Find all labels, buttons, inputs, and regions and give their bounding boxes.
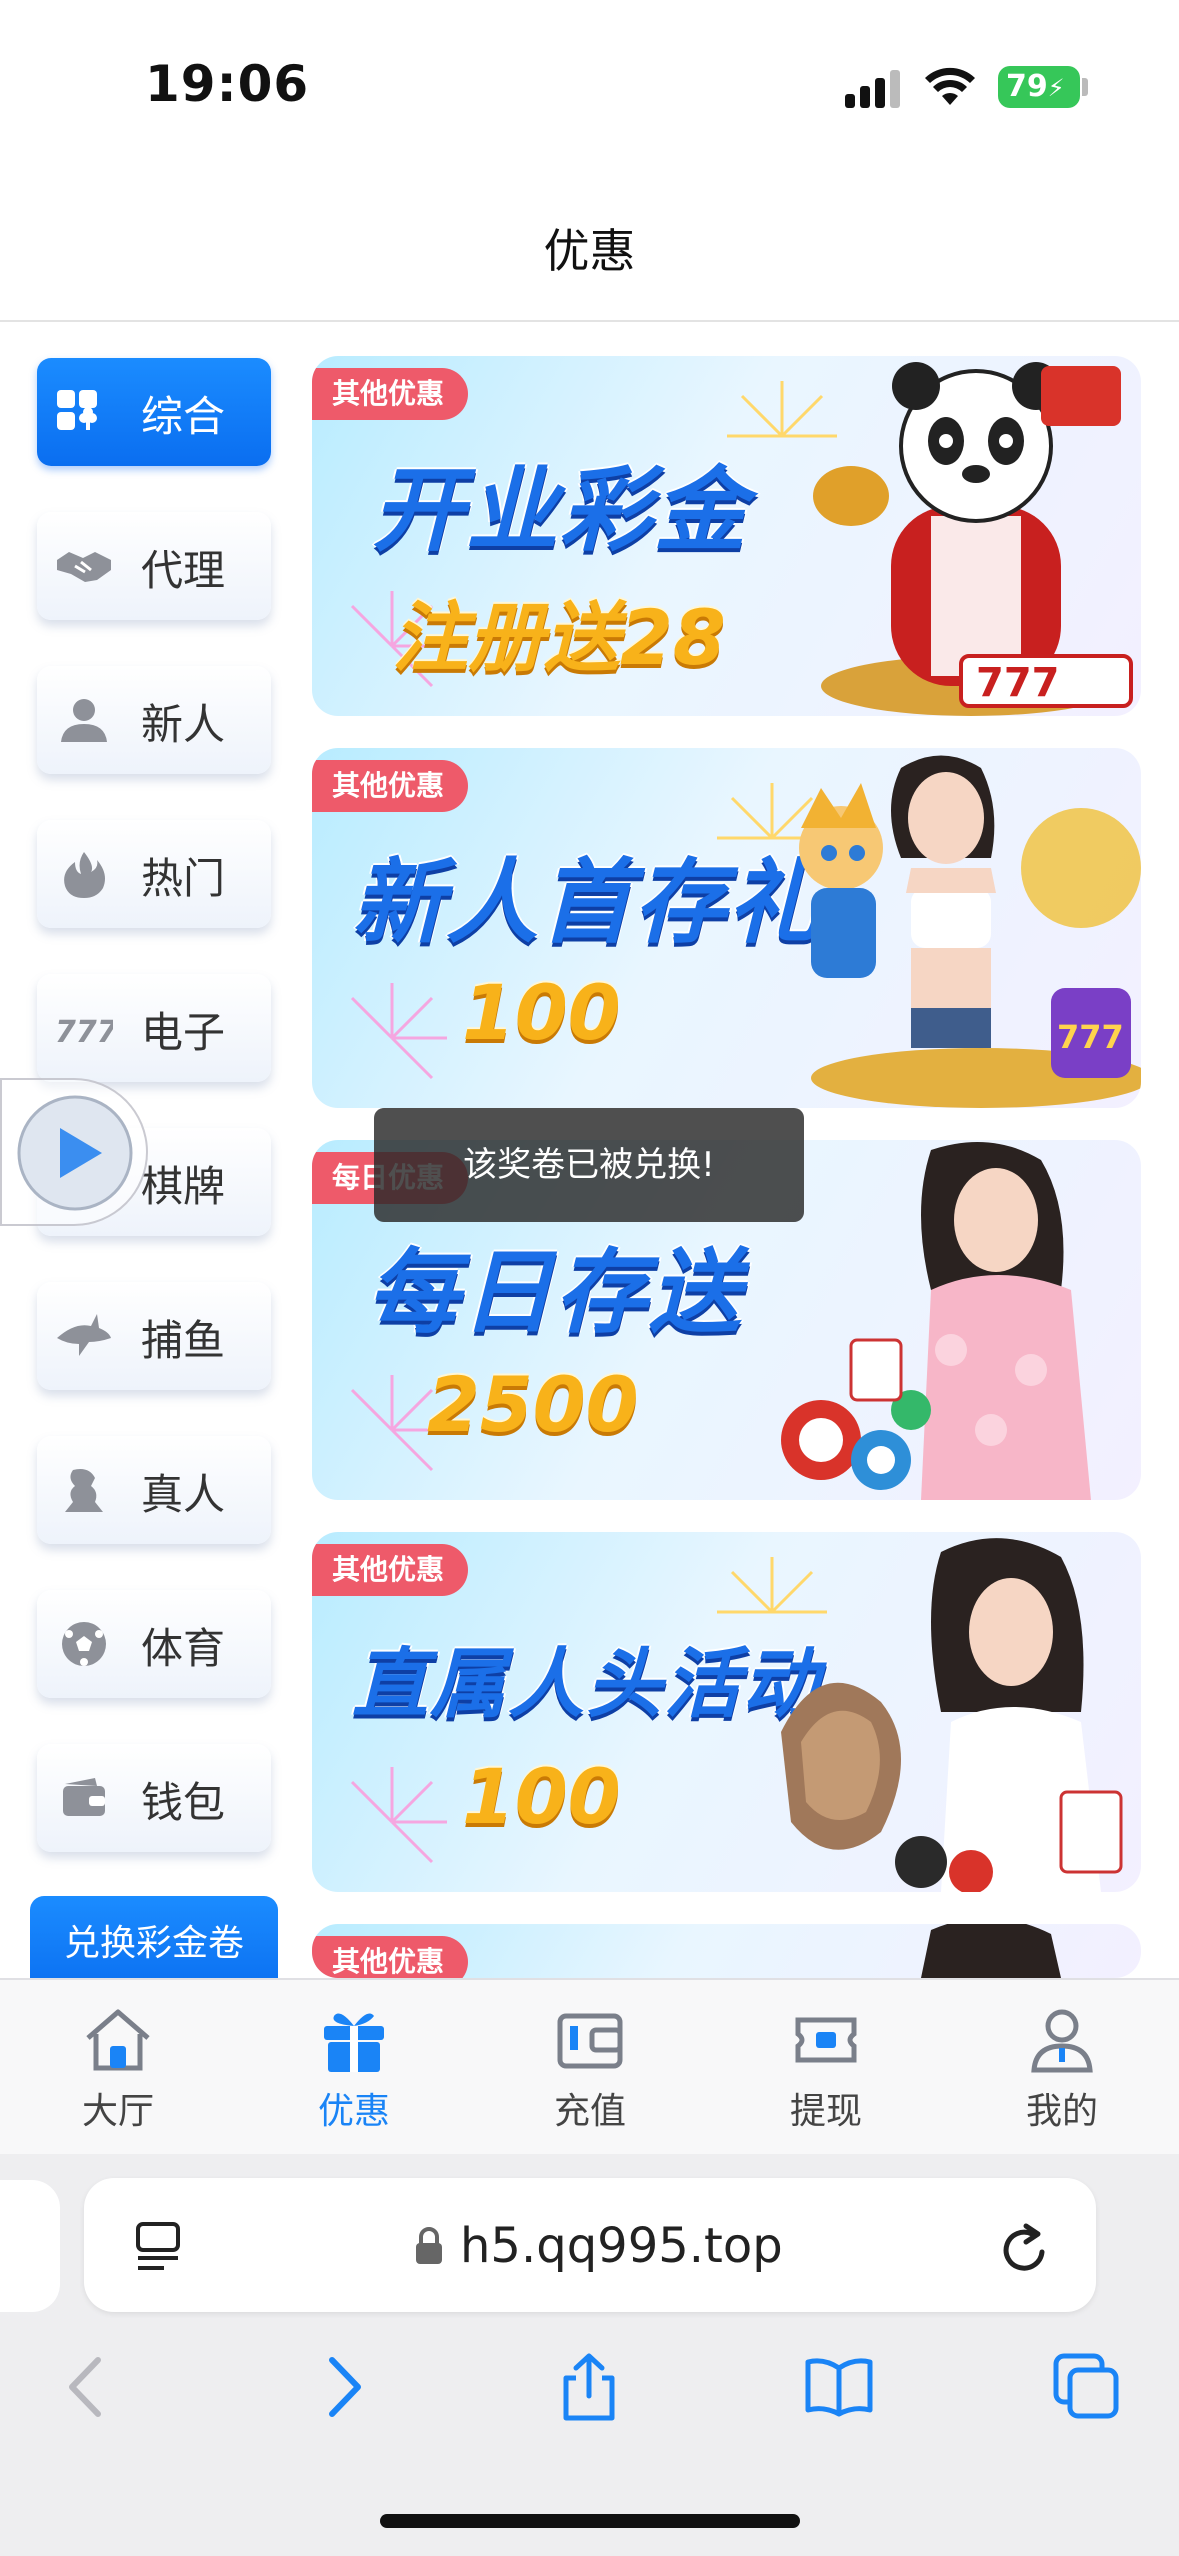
status-time: 19:06 xyxy=(145,55,310,113)
sidebar-item-live[interactable]: 真人 xyxy=(37,1436,271,1544)
promo-subtitle: 2500 xyxy=(427,1360,639,1449)
promo-title: 新人首存礼 xyxy=(352,849,823,956)
wallet-icon xyxy=(63,1778,105,1816)
promo-tag: 其他优惠 xyxy=(312,1544,469,1596)
bottom-tab-bar: 大厅 优惠 充值 提现 我的 xyxy=(0,1978,1179,2154)
girl-partial-image xyxy=(921,1924,1061,1978)
previous-tab-preview[interactable] xyxy=(0,2180,60,2312)
sidebar-item-label: 新人 xyxy=(141,700,226,749)
firework-decoration xyxy=(350,1767,447,1864)
tab-lobby[interactable]: 大厅 xyxy=(0,1980,236,2156)
share-icon[interactable] xyxy=(554,2352,624,2422)
promo-tag: 其他优惠 xyxy=(312,368,469,420)
firework-decoration xyxy=(350,983,447,1080)
svg-text:777: 777 xyxy=(1057,1018,1124,1056)
dealer-icon xyxy=(65,1469,103,1512)
battery-level: 79 xyxy=(1006,69,1048,104)
svg-text:777: 777 xyxy=(976,660,1060,706)
promo-title: 直属人头活动 xyxy=(352,1639,820,1728)
promo-title: 每日存送 xyxy=(367,1239,744,1346)
floating-play-button[interactable] xyxy=(0,1078,148,1226)
sidebar-item-label: 棋牌 xyxy=(141,1162,226,1211)
sidebar-item-label: 捕鱼 xyxy=(141,1316,226,1365)
tab-promotions[interactable]: 优惠 xyxy=(236,1980,472,2156)
tab-withdraw[interactable]: 提现 xyxy=(708,1980,944,2156)
back-icon[interactable] xyxy=(54,2352,124,2422)
girl-and-cartoon-boy-image: 777 xyxy=(799,755,1141,1108)
handshake-icon xyxy=(57,552,111,582)
reload-icon[interactable] xyxy=(998,2222,1054,2278)
svg-text:777: 777 xyxy=(55,1015,113,1050)
lock-icon xyxy=(416,2227,442,2264)
promo-title: 开业彩金 xyxy=(372,457,749,564)
promo-banner-partial[interactable]: 其他优惠 xyxy=(312,1924,1141,1978)
bookmarks-icon[interactable] xyxy=(804,2352,874,2422)
page-menu-icon[interactable] xyxy=(134,2222,182,2274)
sidebar-item-label: 钱包 xyxy=(141,1778,226,1827)
promo-subtitle: 100 xyxy=(462,968,621,1057)
tabs-icon[interactable] xyxy=(1052,2352,1122,2422)
promo-banner-first-deposit[interactable]: 其他优惠 新人首存礼 100 777 xyxy=(312,748,1141,1108)
sidebar-item-label: 电子 xyxy=(141,1008,226,1057)
sidebar-item-label: 热门 xyxy=(141,854,226,903)
sidebar-item-sports[interactable]: 体育 xyxy=(37,1590,271,1698)
sidebar-item-hot[interactable]: 热门 xyxy=(37,820,271,928)
girl-with-chips-image xyxy=(781,1142,1091,1500)
toast-message: 该奖卷已被兑换! xyxy=(374,1108,804,1222)
sidebar-item-label: 真人 xyxy=(141,1470,226,1519)
promo-tag: 其他优惠 xyxy=(312,760,469,812)
tab-label: 优惠 xyxy=(317,2091,390,2132)
soccer-ball-icon xyxy=(62,1622,106,1666)
sidebar-item-fishing[interactable]: 捕鱼 xyxy=(37,1282,271,1390)
forward-icon[interactable] xyxy=(306,2352,376,2422)
play-icon xyxy=(17,1095,133,1211)
panda-mascot-image: 777 xyxy=(813,362,1133,716)
tab-label: 大厅 xyxy=(81,2091,154,2132)
person-icon xyxy=(61,699,107,742)
promo-banner-opening-bonus[interactable]: 其他优惠 开业彩金 注册送28 777 xyxy=(312,356,1141,716)
sidebar-item-label: 代理 xyxy=(141,546,226,595)
url-text[interactable]: h5.qq995.top xyxy=(460,2218,783,2274)
promo-banner-referral[interactable]: 其他优惠 直属人头活动 100 xyxy=(312,1532,1141,1892)
gift-icon xyxy=(324,2013,384,2072)
girl-with-cards-image xyxy=(781,1538,1123,1892)
sidebar-item-all[interactable]: 综合 xyxy=(37,358,271,466)
sidebar-item-slots[interactable]: 777 电子 xyxy=(37,974,271,1082)
header-divider xyxy=(0,320,1179,322)
cellular-signal-icon xyxy=(845,68,905,108)
home-icon xyxy=(86,2009,150,2071)
promo-subtitle: 注册送28 xyxy=(392,593,726,682)
promo-tag: 其他优惠 xyxy=(312,1936,469,1978)
sidebar-item-label: 综合 xyxy=(141,392,226,441)
slot-777-icon: 777 xyxy=(55,1015,113,1050)
wifi-icon xyxy=(925,67,975,105)
shark-icon xyxy=(57,1314,111,1356)
withdraw-icon xyxy=(795,2017,857,2063)
page-title: 优惠 xyxy=(543,224,636,278)
sidebar-item-agent[interactable]: 代理 xyxy=(37,512,271,620)
sidebar-item-wallet[interactable]: 钱包 xyxy=(37,1744,271,1852)
fire-icon xyxy=(64,852,105,898)
battery-cap xyxy=(1082,78,1088,96)
tab-deposit[interactable]: 充值 xyxy=(472,1980,708,2156)
tab-profile[interactable]: 我的 xyxy=(944,1980,1179,2156)
battery-indicator: 79⚡ xyxy=(998,66,1080,108)
grid-club-icon xyxy=(57,390,97,430)
promo-subtitle: 100 xyxy=(462,1752,621,1841)
sidebar-item-label: 体育 xyxy=(141,1624,226,1673)
tab-label: 提现 xyxy=(789,2091,862,2132)
tab-label: 充值 xyxy=(553,2091,626,2132)
tab-label: 我的 xyxy=(1025,2091,1098,2132)
deposit-wallet-icon xyxy=(557,2013,623,2069)
sidebar-item-newbie[interactable]: 新人 xyxy=(37,666,271,774)
home-indicator xyxy=(380,2514,800,2528)
profile-icon xyxy=(1031,2009,1093,2073)
